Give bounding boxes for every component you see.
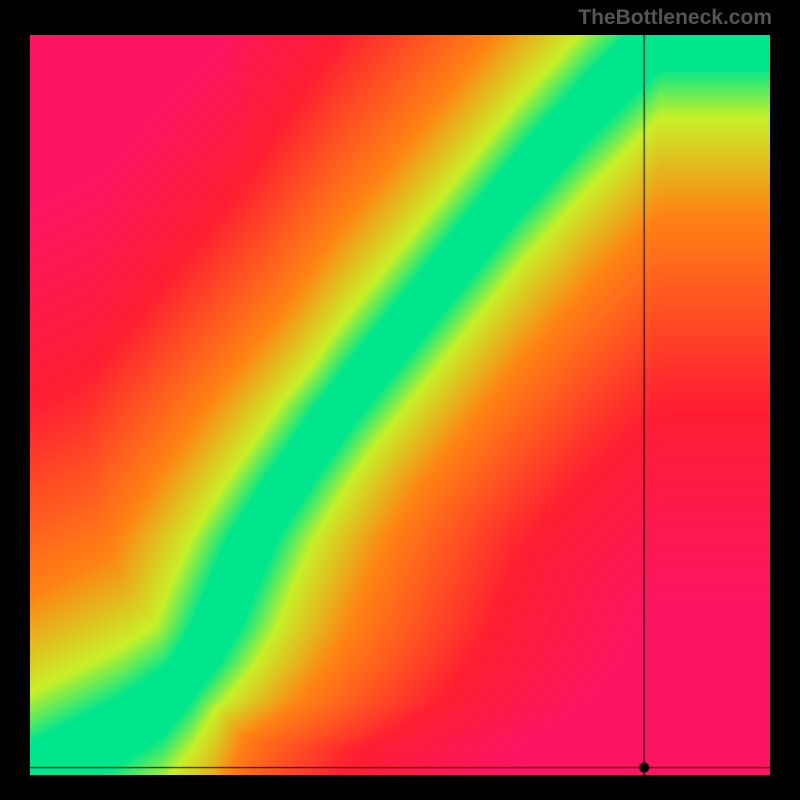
heatmap-chart (30, 35, 770, 775)
watermark-text: TheBottleneck.com (578, 6, 772, 30)
